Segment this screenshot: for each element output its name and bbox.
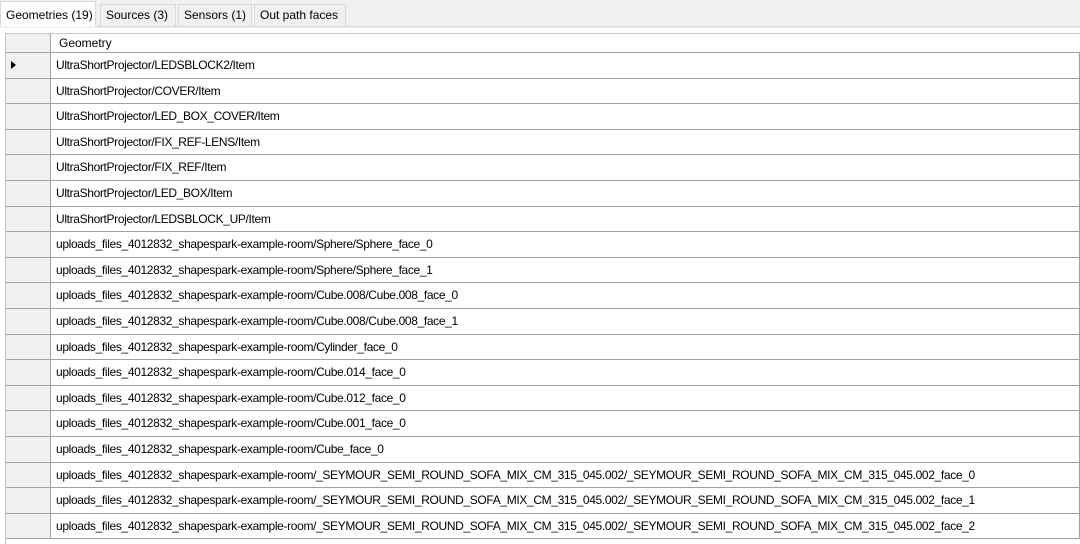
tab-out-path-faces[interactable]: Out path faces bbox=[254, 4, 346, 26]
row-header[interactable] bbox=[6, 283, 51, 308]
geometry-cell[interactable]: uploads_files_4012832_shapespark-example… bbox=[52, 309, 1080, 334]
row-header[interactable] bbox=[6, 104, 51, 129]
geometry-cell[interactable]: uploads_files_4012832_shapespark-example… bbox=[52, 488, 1080, 513]
row-header[interactable] bbox=[6, 308, 51, 334]
table-row[interactable]: uploads_files_4012832_shapespark-example… bbox=[6, 436, 1080, 463]
table-row[interactable]: UltraShortProjector/LED_BOX_COVER/Item bbox=[6, 104, 1080, 130]
table-row[interactable]: uploads_files_4012832_shapespark-example… bbox=[6, 462, 1080, 489]
geometry-cell[interactable]: uploads_files_4012832_shapespark-example… bbox=[52, 437, 1080, 462]
row-header[interactable] bbox=[6, 411, 51, 436]
geometry-cell[interactable]: UltraShortProjector/LED_BOX_COVER/Item bbox=[52, 104, 1080, 129]
geometry-cell[interactable]: uploads_files_4012832_shapespark-example… bbox=[52, 386, 1080, 411]
geometry-cell[interactable]: uploads_files_4012832_shapespark-example… bbox=[52, 463, 1080, 488]
geometry-cell[interactable]: uploads_files_4012832_shapespark-example… bbox=[52, 258, 1080, 283]
tab-sensors[interactable]: Sensors (1) bbox=[178, 4, 252, 26]
row-header[interactable] bbox=[6, 53, 51, 78]
row-header[interactable] bbox=[6, 155, 51, 180]
table-row[interactable]: uploads_files_4012832_shapespark-example… bbox=[6, 283, 1080, 309]
grid-rows: UltraShortProjector/LEDSBLOCK2/Item Ultra… bbox=[6, 53, 1080, 540]
table-row[interactable]: UltraShortProjector/LEDSBLOCK_UP/Item bbox=[6, 206, 1080, 233]
geometry-cell[interactable]: uploads_files_4012832_shapespark-example… bbox=[52, 411, 1080, 436]
geometry-cell[interactable]: UltraShortProjector/LEDSBLOCK2/Item bbox=[52, 53, 1080, 78]
tab-strip: Geometries (19) Sources (3) Sensors (1) … bbox=[0, 0, 1080, 28]
geometry-cell[interactable]: UltraShortProjector/FIX_REF/Item bbox=[52, 155, 1080, 180]
geometry-cell[interactable]: uploads_files_4012832_shapespark-example… bbox=[52, 335, 1080, 360]
table-row[interactable]: uploads_files_4012832_shapespark-example… bbox=[6, 257, 1080, 284]
geometry-cell[interactable]: uploads_files_4012832_shapespark-example… bbox=[52, 283, 1080, 308]
table-row[interactable]: UltraShortProjector/COVER/Item bbox=[6, 78, 1080, 105]
row-header[interactable] bbox=[6, 129, 51, 155]
table-row[interactable]: uploads_files_4012832_shapespark-example… bbox=[6, 334, 1080, 361]
tab-geometries[interactable]: Geometries (19) bbox=[0, 1, 96, 27]
geometry-cell[interactable]: uploads_files_4012832_shapespark-example… bbox=[52, 514, 1080, 539]
table-row[interactable]: uploads_files_4012832_shapespark-example… bbox=[6, 513, 1080, 540]
geometry-cell[interactable]: UltraShortProjector/FIX_REF-LENS/Item bbox=[52, 130, 1080, 155]
geometry-cell[interactable]: UltraShortProjector/COVER/Item bbox=[52, 79, 1080, 104]
row-header[interactable] bbox=[6, 488, 51, 513]
current-row-pointer-icon bbox=[11, 61, 16, 69]
column-header-geometry[interactable]: Geometry bbox=[52, 34, 112, 52]
table-row[interactable]: uploads_files_4012832_shapespark-example… bbox=[6, 488, 1080, 514]
row-header[interactable] bbox=[6, 513, 51, 539]
row-header[interactable] bbox=[6, 462, 51, 488]
table-row[interactable]: uploads_files_4012832_shapespark-example… bbox=[6, 385, 1080, 412]
row-header[interactable] bbox=[6, 360, 51, 385]
table-row[interactable]: uploads_files_4012832_shapespark-example… bbox=[6, 308, 1080, 335]
table-row[interactable]: uploads_files_4012832_shapespark-example… bbox=[6, 232, 1080, 258]
geometry-grid[interactable]: Geometry UltraShortProjector/LEDSBLOCK2/… bbox=[5, 33, 1080, 544]
geometry-cell[interactable]: uploads_files_4012832_shapespark-example… bbox=[52, 360, 1080, 385]
table-row[interactable]: uploads_files_4012832_shapespark-example… bbox=[6, 411, 1080, 437]
row-header[interactable] bbox=[6, 232, 51, 257]
table-row[interactable]: UltraShortProjector/FIX_REF/Item bbox=[6, 155, 1080, 181]
row-header[interactable] bbox=[6, 78, 51, 104]
table-row[interactable]: uploads_files_4012832_shapespark-example… bbox=[6, 360, 1080, 386]
grid-header: Geometry bbox=[6, 34, 1080, 53]
grid-corner-cell[interactable] bbox=[6, 34, 51, 52]
row-header[interactable] bbox=[6, 180, 51, 206]
row-header[interactable] bbox=[6, 385, 51, 411]
row-header[interactable] bbox=[6, 206, 51, 232]
table-row[interactable]: UltraShortProjector/FIX_REF-LENS/Item bbox=[6, 129, 1080, 156]
row-header[interactable] bbox=[6, 257, 51, 283]
geometry-cell[interactable]: UltraShortProjector/LED_BOX/Item bbox=[52, 181, 1080, 206]
geometry-cell[interactable]: uploads_files_4012832_shapespark-example… bbox=[52, 232, 1080, 257]
row-header[interactable] bbox=[6, 334, 51, 360]
row-header[interactable] bbox=[6, 436, 51, 462]
tab-sources[interactable]: Sources (3) bbox=[100, 4, 176, 26]
table-row[interactable]: UltraShortProjector/LEDSBLOCK2/Item bbox=[6, 53, 1080, 79]
table-row[interactable]: UltraShortProjector/LED_BOX/Item bbox=[6, 180, 1080, 207]
tab-strip-baseline bbox=[0, 26, 1080, 27]
geometry-cell[interactable]: UltraShortProjector/LEDSBLOCK_UP/Item bbox=[52, 207, 1080, 232]
